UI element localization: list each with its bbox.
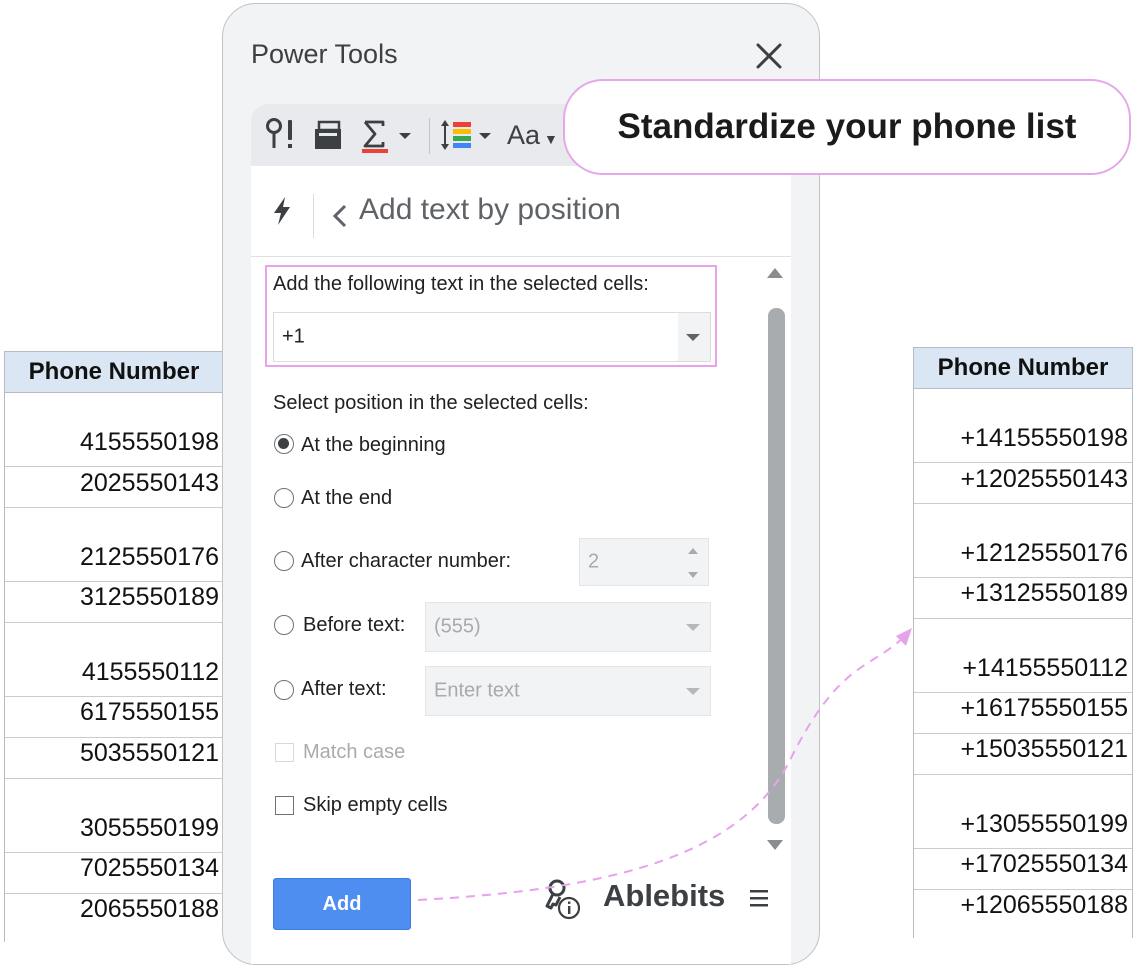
skip-empty-label[interactable]: Skip empty cells — [303, 794, 448, 817]
left-table-cell[interactable]: 3125550189 — [5, 583, 223, 612]
row-divider — [914, 848, 1132, 849]
right-table-cell[interactable]: +12125550176 — [914, 539, 1132, 568]
before-text-value: (555) — [434, 615, 481, 638]
left-table-cell[interactable]: 4155550112 — [5, 658, 223, 687]
merge-icon[interactable] — [313, 116, 347, 154]
left-table-header: Phone Number — [5, 352, 223, 393]
option-label-before-text[interactable]: Before text: — [303, 614, 405, 637]
row-divider — [5, 737, 223, 738]
option-label-after-character[interactable]: After character number: — [301, 550, 511, 573]
left-table-cell[interactable]: 5035550121 — [5, 739, 223, 768]
right-table-header: Phone Number — [914, 348, 1132, 389]
option-label-after-text[interactable]: After text: — [301, 678, 387, 701]
row-divider — [5, 466, 223, 467]
close-icon[interactable] — [753, 40, 785, 72]
right-table-cell[interactable]: +16175550155 — [914, 694, 1132, 723]
row-divider — [914, 889, 1132, 890]
tool-title[interactable]: Add text by position — [359, 193, 621, 227]
search-replace-icon[interactable] — [265, 116, 299, 154]
left-phone-table: Phone Number 4155550198 2025550143 21255… — [4, 351, 223, 942]
match-case-checkbox[interactable] — [275, 743, 294, 762]
right-table-cell[interactable]: +12065550188 — [914, 891, 1132, 920]
before-text-combobox[interactable]: (555) — [425, 602, 711, 652]
panel-title: Power Tools — [251, 39, 398, 69]
radio-at-end[interactable] — [274, 488, 294, 508]
sidebar-content: Add text by position Add the following t… — [251, 166, 791, 964]
radio-after-character[interactable] — [274, 551, 294, 571]
key-info-icon[interactable] — [543, 878, 583, 920]
stepper-arrows-icon[interactable] — [686, 545, 700, 581]
radio-before-text[interactable] — [274, 615, 294, 635]
scroll-up-arrow-icon[interactable] — [765, 266, 785, 280]
row-divider — [914, 733, 1132, 734]
scroll-down-arrow-icon[interactable] — [765, 838, 785, 852]
scrollbar-thumb[interactable] — [768, 308, 785, 824]
text-input-label: Add the following text in the selected c… — [273, 273, 649, 295]
character-number-stepper[interactable]: 2 — [579, 538, 709, 586]
right-table-cell[interactable]: +17025550134 — [914, 850, 1132, 879]
option-label-beginning[interactable]: At the beginning — [301, 434, 446, 457]
left-table-cell[interactable]: 2125550176 — [5, 543, 223, 572]
right-table-cell[interactable]: +12025550143 — [914, 465, 1132, 494]
skip-empty-checkbox[interactable] — [275, 796, 294, 815]
character-number-value: 2 — [588, 550, 600, 573]
option-label-end[interactable]: At the end — [301, 487, 392, 510]
row-divider — [914, 774, 1132, 775]
left-table-cell[interactable]: 4155550198 — [5, 428, 223, 457]
radio-at-beginning[interactable] — [274, 434, 294, 454]
left-table-cell[interactable]: 3055550199 — [5, 814, 223, 843]
row-divider — [5, 507, 223, 508]
right-table-cell[interactable]: +14155550198 — [914, 424, 1132, 453]
toolbar-separator — [429, 118, 430, 154]
right-table-cell[interactable]: +13055550199 — [914, 810, 1132, 839]
row-divider — [5, 622, 223, 623]
lightning-bolt-icon[interactable] — [271, 196, 293, 226]
row-divider — [914, 692, 1132, 693]
left-table-cell[interactable]: 6175550155 — [5, 698, 223, 727]
row-divider — [5, 852, 223, 853]
right-table-cell[interactable]: +14155550112 — [914, 654, 1132, 683]
dropdown-arrow-icon — [686, 334, 700, 341]
row-divider — [914, 503, 1132, 504]
text-to-add-value: +1 — [282, 325, 305, 348]
content-header: Add text by position — [251, 166, 791, 257]
left-table-cell[interactable]: 2065550188 — [5, 895, 223, 924]
row-divider — [5, 581, 223, 582]
hamburger-menu-icon[interactable] — [749, 888, 769, 908]
text-format-icon[interactable]: Aa ▼ — [507, 116, 559, 154]
row-divider — [914, 618, 1132, 619]
right-table-cell[interactable]: +13125550189 — [914, 579, 1132, 608]
formula-sum-icon[interactable] — [359, 116, 419, 154]
text-to-add-combobox[interactable]: +1 — [273, 312, 711, 362]
radio-after-text[interactable] — [274, 680, 294, 700]
row-divider — [5, 778, 223, 779]
left-table-cell[interactable]: 2025550143 — [5, 469, 223, 498]
row-divider — [914, 462, 1132, 463]
row-divider — [5, 696, 223, 697]
after-text-placeholder: Enter text — [434, 679, 520, 702]
text-height-icon[interactable] — [439, 116, 495, 154]
dropdown-arrow-icon — [686, 688, 700, 695]
row-divider — [5, 893, 223, 894]
combo-arrow-area[interactable] — [678, 313, 710, 361]
dropdown-arrow-icon — [686, 624, 700, 631]
header-separator — [313, 194, 314, 238]
match-case-label: Match case — [303, 741, 406, 763]
position-label: Select position in the selected cells: — [273, 392, 589, 414]
back-chevron-icon[interactable] — [331, 202, 349, 230]
brand-logo[interactable]: Ablebits — [603, 878, 725, 914]
left-table-cell[interactable]: 7025550134 — [5, 854, 223, 883]
right-phone-table: Phone Number +14155550198 +12025550143 +… — [913, 347, 1133, 938]
callout-bubble: Standardize your phone list — [563, 79, 1131, 175]
add-button[interactable]: Add — [273, 878, 411, 930]
text-format-glyph: Aa — [507, 120, 541, 150]
after-text-combobox[interactable]: Enter text — [425, 666, 711, 716]
right-table-cell[interactable]: +15035550121 — [914, 735, 1132, 764]
row-divider — [914, 577, 1132, 578]
callout-text: Standardize your phone list — [617, 107, 1077, 146]
chevron-down-icon: ▼ — [544, 131, 558, 147]
